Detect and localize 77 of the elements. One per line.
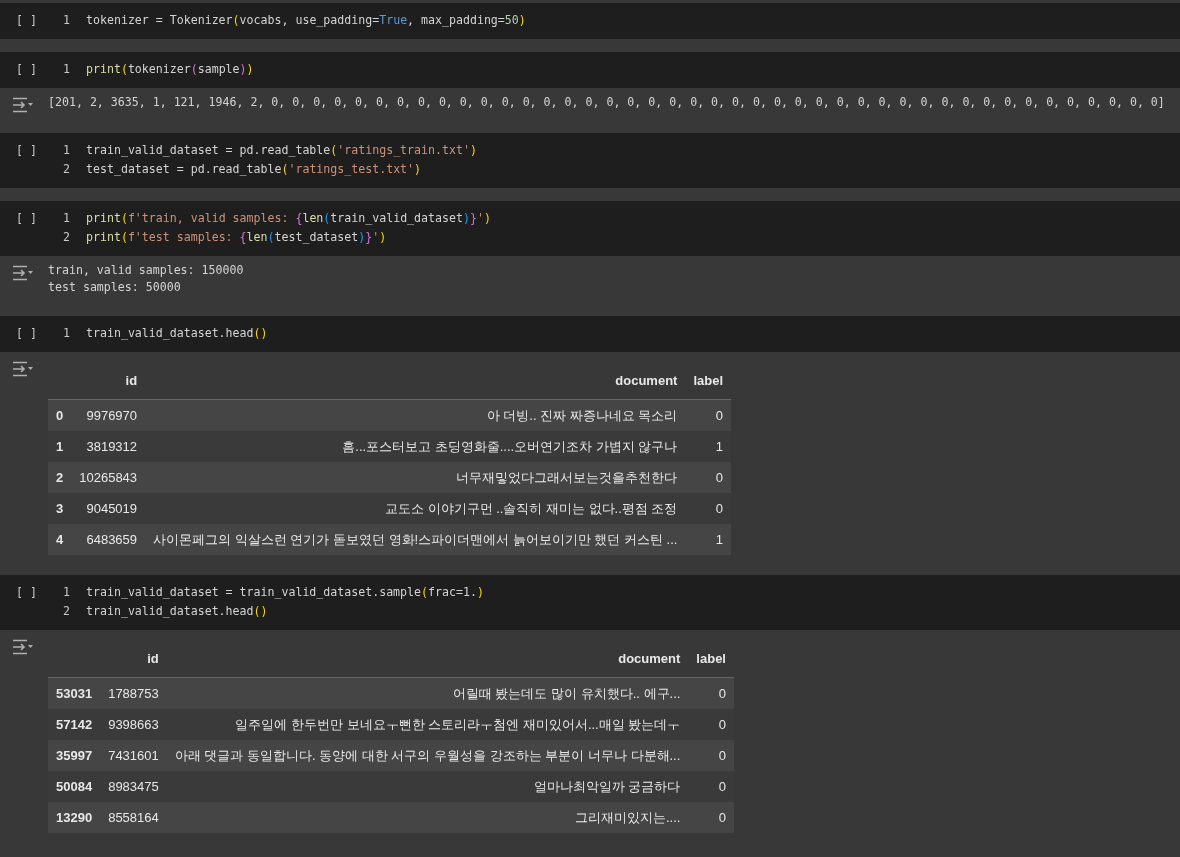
- line-number: 1: [62, 142, 70, 159]
- table-cell: 10265843: [71, 462, 146, 493]
- code-line: train_valid_dataset.head(): [86, 603, 268, 620]
- table-cell: 0: [688, 740, 734, 771]
- table-cell: 1: [685, 524, 732, 555]
- row-index: 53031: [48, 677, 101, 709]
- code-line: train_valid_dataset.head(): [86, 325, 268, 342]
- row-index: 4: [48, 524, 72, 555]
- table-cell: 1788753: [100, 677, 167, 709]
- code-line: print(tokenizer(sample)): [86, 61, 254, 78]
- table-cell: 8558164: [100, 802, 167, 833]
- table-cell: 일주일에 한두번만 보네요ㅜ뻔한 스토리라ㅜ첨엔 재미있어서...매일 봤는데ㅜ: [166, 709, 689, 740]
- table-cell: 0: [688, 771, 734, 802]
- table-cell: 어릴때 봤는데도 많이 유치했다.. 에구...: [166, 677, 689, 709]
- table-cell: 아래 댓글과 동일합니다. 동양에 대한 서구의 우월성을 강조하는 부분이 너무나 다분해...: [166, 740, 689, 771]
- run-button[interactable]: [ ]: [16, 325, 42, 342]
- table-cell: 흠...포스터보고 초딩영화줄....오버연기조차 가볍지 않구나: [145, 431, 686, 462]
- run-button[interactable]: [ ]: [16, 142, 42, 159]
- code-line: tokenizer = Tokenizer(vocabs, use_padding=True, max_padding=50): [86, 12, 526, 29]
- row-index: 13290: [48, 802, 101, 833]
- table-cell: 9976970: [71, 399, 146, 431]
- line-number: 2: [62, 229, 70, 246]
- output-toggle-icon[interactable]: [12, 265, 34, 281]
- line-number: 1: [62, 61, 70, 78]
- run-button[interactable]: [ ]: [16, 210, 42, 227]
- code-line: test_dataset = pd.read_table('ratings_test.txt'): [86, 161, 422, 178]
- column-header: label: [685, 362, 732, 400]
- table-cell: 0: [688, 677, 734, 709]
- row-index: 1: [48, 431, 72, 462]
- table-cell: 6483659: [71, 524, 146, 555]
- run-button[interactable]: [ ]: [16, 12, 42, 29]
- table-cell: 너무재밓었다그래서보는것을추천한다: [145, 462, 686, 493]
- column-header: id: [100, 640, 167, 678]
- column-header: document: [166, 640, 689, 678]
- code-line: print(f'train, valid samples: {len(train_valid_dataset)}'): [86, 210, 491, 227]
- line-number: 1: [62, 584, 70, 601]
- line-number: 2: [62, 603, 70, 620]
- output-toggle-icon[interactable]: [12, 639, 34, 655]
- column-header: label: [688, 640, 734, 678]
- line-number: 1: [62, 12, 70, 29]
- output-toggle-icon[interactable]: [12, 97, 34, 113]
- output-text: train, valid samples: 150000: [48, 262, 244, 279]
- column-header: document: [145, 362, 686, 400]
- code-line: train_valid_dataset = train_valid_dataset.sample(frac=1.): [86, 584, 484, 601]
- table-cell: 9045019: [71, 493, 146, 524]
- row-index: 0: [48, 399, 72, 431]
- line-number: 2: [62, 161, 70, 178]
- row-index: 50084: [48, 771, 101, 802]
- line-number: 1: [62, 210, 70, 227]
- table-cell: 교도소 이야기구먼 ..솔직히 재미는 없다..평점 조정: [145, 493, 686, 524]
- table-cell: 1: [685, 431, 732, 462]
- table-cell: 아 더빙.. 진짜 짜증나네요 목소리: [145, 399, 686, 431]
- table-cell: 그리재미있지는....: [166, 802, 689, 833]
- table-cell: 8983475: [100, 771, 167, 802]
- column-header: id: [71, 362, 146, 400]
- table-cell: 0: [685, 399, 732, 431]
- output-text: [201, 2, 3635, 1, 121, 1946, 2, 0, 0, 0, 0, 0, 0, 0, 0, 0, 0, 0, 0, 0, 0, 0, 0, 0, 0, 0, 0, 0, 0, 0, 0, 0, 0, 0, 0, 0, 0, 0, 0, 0, 0, 0, 0, 0, 0, 0, 0, 0, 0, 0]: [48, 94, 1165, 111]
- output-toggle-icon[interactable]: [12, 361, 34, 377]
- table-cell: 0: [685, 462, 732, 493]
- run-button[interactable]: [ ]: [16, 61, 42, 78]
- table-cell: 0: [688, 709, 734, 740]
- line-number: 1: [62, 325, 70, 342]
- output-text: test samples: 50000: [48, 279, 182, 296]
- table-cell: 사이몬페그의 익살스런 연기가 돋보였던 영화!스파이더맨에서 늙어보이기만 했던 커스틴 ...: [145, 524, 686, 555]
- table-cell: 9398663: [100, 709, 167, 740]
- code-line: train_valid_dataset = pd.read_table('ratings_train.txt'): [86, 142, 477, 159]
- run-button[interactable]: [ ]: [16, 584, 42, 601]
- row-index: 3: [48, 493, 72, 524]
- table-cell: 0: [685, 493, 732, 524]
- row-index: 2: [48, 462, 72, 493]
- row-index: 57142: [48, 709, 101, 740]
- table-cell: 3819312: [71, 431, 146, 462]
- table-cell: 7431601: [100, 740, 167, 771]
- row-index: 35997: [48, 740, 101, 771]
- table-cell: 얼마나최악일까 궁금하다: [166, 771, 689, 802]
- table-cell: 0: [688, 802, 734, 833]
- code-line: print(f'test samples: {len(test_dataset)}'): [86, 229, 387, 246]
